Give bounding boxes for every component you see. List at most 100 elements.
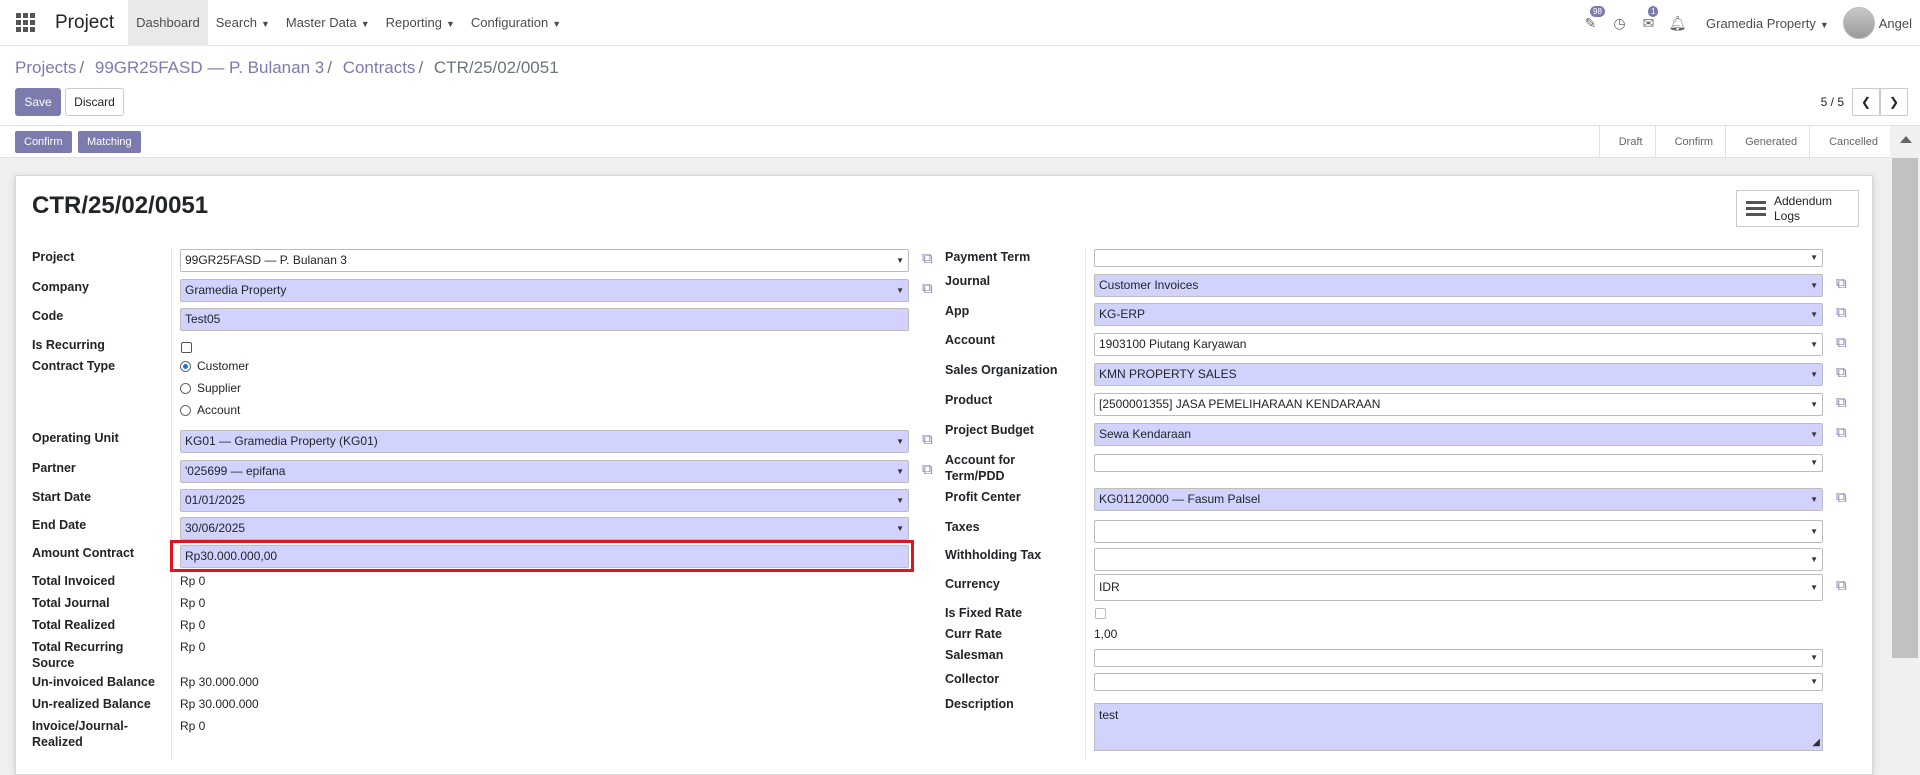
vertical-scrollbar[interactable] <box>1890 126 1920 769</box>
label-divider <box>171 248 172 760</box>
scroll-up-arrow-icon[interactable] <box>1900 136 1912 143</box>
stage-draft[interactable]: Draft <box>1598 126 1655 158</box>
label-total-recurring-source: Total Recurring Source <box>32 640 124 670</box>
external-link-icon[interactable]: ⧉ <box>1836 577 1854 595</box>
currency-field[interactable]: IDR ▼ <box>1094 574 1823 601</box>
journal-field[interactable]: Customer Invoices ▼ <box>1094 274 1823 297</box>
caret-down-icon: ▼ <box>1810 555 1818 564</box>
external-link-icon[interactable]: ⧉ <box>1836 334 1854 352</box>
end-date-field[interactable]: 30/06/2025 ▼ <box>180 517 909 540</box>
navbar-systray: ✎ 98 ◷ ✉ 1 🔔︎ Gramedia Property ▼ Angel <box>1576 0 1920 46</box>
label-operating-unit: Operating Unit <box>32 431 119 445</box>
resize-handle-icon[interactable]: ◢ <box>1812 737 1820 748</box>
is-fixed-rate-checkbox[interactable] <box>1095 608 1106 619</box>
partner-field[interactable]: '025699 — epifana ▼ <box>180 460 909 483</box>
company-field[interactable]: Gramedia Property ▼ <box>180 279 909 302</box>
activity-edit-icon[interactable]: ✎ 98 <box>1576 0 1605 46</box>
caret-down-icon: ▼ <box>1810 370 1818 379</box>
sales-organization-field[interactable]: KMN PROPERTY SALES ▼ <box>1094 363 1823 386</box>
external-link-icon[interactable]: ⧉ <box>1836 394 1854 412</box>
discard-button[interactable]: Discard <box>65 88 124 116</box>
confirm-button[interactable]: Confirm <box>15 131 72 153</box>
user-name[interactable]: Angel <box>1879 16 1912 31</box>
external-link-icon[interactable]: ⧉ <box>1836 424 1854 442</box>
caret-down-icon: ▼ <box>1810 400 1818 409</box>
total-realized-value: Rp 0 <box>180 618 206 632</box>
code-field[interactable]: Test05 <box>180 308 909 331</box>
avatar[interactable] <box>1842 7 1875 39</box>
stage-generated[interactable]: Generated <box>1725 126 1809 158</box>
start-date-field[interactable]: 01/01/2025 ▼ <box>180 489 909 512</box>
breadcrumb: Projects/ 99GR25FASD — P. Bulanan 3/ Con… <box>15 58 559 78</box>
salesman-field[interactable]: ▼ <box>1094 649 1823 667</box>
radio-icon <box>180 404 191 416</box>
company-switcher[interactable]: Gramedia Property ▼ <box>1706 16 1829 31</box>
end-date-value: 30/06/2025 <box>185 521 246 535</box>
project-field[interactable]: 99GR25FASD — P. Bulanan 3 ▼ <box>180 249 909 272</box>
project-budget-field[interactable]: Sewa Kendaraan ▼ <box>1094 423 1823 446</box>
external-link-icon[interactable]: ⧉ <box>922 431 940 449</box>
apps-grid-icon[interactable] <box>14 12 36 34</box>
contract-type-supplier-radio[interactable]: Supplier <box>180 381 241 395</box>
breadcrumb-contracts[interactable]: Contracts <box>343 58 416 77</box>
start-date-value: 01/01/2025 <box>185 493 246 507</box>
menu-configuration[interactable]: Configuration ▼ <box>463 0 569 46</box>
label-profit-center: Profit Center <box>945 490 1021 504</box>
caret-down-icon: ▼ <box>1810 340 1818 349</box>
label-invoice-journal-realized: Invoice/Journal-Realized <box>32 719 128 749</box>
status-stages: Draft Confirm Generated Cancelled <box>1598 126 1890 158</box>
stage-cancelled[interactable]: Cancelled <box>1809 126 1890 158</box>
description-textarea[interactable]: test ◢ <box>1094 703 1823 751</box>
withholding-tax-field[interactable]: ▼ <box>1094 548 1823 571</box>
radio-label: Supplier <box>197 381 242 395</box>
caret-down-icon: ▼ <box>1810 653 1818 662</box>
caret-down-icon: ▼ <box>896 496 904 505</box>
external-link-icon[interactable]: ⧉ <box>1836 275 1854 293</box>
save-button[interactable]: Save <box>15 88 61 116</box>
external-link-icon[interactable]: ⧉ <box>1836 364 1854 382</box>
caret-down-icon: ▼ <box>445 18 455 29</box>
caret-down-icon: ▼ <box>1810 253 1818 262</box>
external-link-icon[interactable]: ⧉ <box>1836 489 1854 507</box>
menu-search[interactable]: Search ▼ <box>208 0 278 46</box>
invoice-journal-realized-value: Rp 0 <box>180 719 206 733</box>
external-link-icon[interactable]: ⧉ <box>922 461 940 479</box>
app-field[interactable]: KG-ERP ▼ <box>1094 303 1823 326</box>
menu-master-data[interactable]: Master Data ▼ <box>278 0 378 46</box>
payment-term-field[interactable]: ▼ <box>1094 249 1823 267</box>
operating-unit-field[interactable]: KG01 — Gramedia Property (KG01) ▼ <box>180 430 909 453</box>
menu-dashboard[interactable]: Dashboard <box>128 0 208 46</box>
external-link-icon[interactable]: ⧉ <box>922 250 940 268</box>
product-field[interactable]: [2500001355] JASA PEMELIHARAAN KENDARAAN… <box>1094 393 1823 416</box>
chat-icon[interactable]: ✉ 1 <box>1634 0 1663 46</box>
scrollbar-thumb[interactable] <box>1892 158 1918 658</box>
addendum-logs-label: Addendum Logs <box>1774 193 1833 223</box>
breadcrumb-project[interactable]: 99GR25FASD — P. Bulanan 3 <box>95 58 324 77</box>
pager: 5 / 5 ❮ ❯ <box>1821 88 1908 116</box>
breadcrumb-projects[interactable]: Projects <box>15 58 76 77</box>
pager-next-button[interactable]: ❯ <box>1880 88 1908 116</box>
caret-down-icon: ▼ <box>360 18 370 29</box>
account-term-pdd-field[interactable]: ▼ <box>1094 454 1823 472</box>
bell-icon[interactable]: 🔔︎ <box>1663 0 1692 46</box>
external-link-icon[interactable]: ⧉ <box>922 280 940 298</box>
external-link-icon[interactable]: ⧉ <box>1836 304 1854 322</box>
profit-center-field[interactable]: KG01120000 — Fasum Palsel ▼ <box>1094 488 1823 511</box>
pager-value[interactable]: 5 / 5 <box>1821 95 1844 109</box>
contract-type-account-radio[interactable]: Account <box>180 403 240 417</box>
collector-field[interactable]: ▼ <box>1094 673 1823 691</box>
menu-reporting[interactable]: Reporting ▼ <box>378 0 463 46</box>
taxes-field[interactable]: ▼ <box>1094 520 1823 543</box>
caret-down-icon: ▼ <box>260 18 270 29</box>
stage-confirm[interactable]: Confirm <box>1654 126 1726 158</box>
pager-previous-button[interactable]: ❮ <box>1852 88 1880 116</box>
clock-icon[interactable]: ◷ <box>1605 0 1634 46</box>
app-brand[interactable]: Project <box>55 12 114 34</box>
account-field[interactable]: 1903100 Piutang Karyawan ▼ <box>1094 333 1823 356</box>
contract-type-customer-radio[interactable]: Customer <box>180 359 249 373</box>
label-collector: Collector <box>945 672 1000 686</box>
is-recurring-checkbox[interactable] <box>181 342 192 353</box>
matching-button[interactable]: Matching <box>78 131 141 153</box>
form-statusbar: Confirm Matching Draft Confirm Generated… <box>0 126 1890 158</box>
addendum-logs-button[interactable]: Addendum Logs <box>1736 190 1859 227</box>
